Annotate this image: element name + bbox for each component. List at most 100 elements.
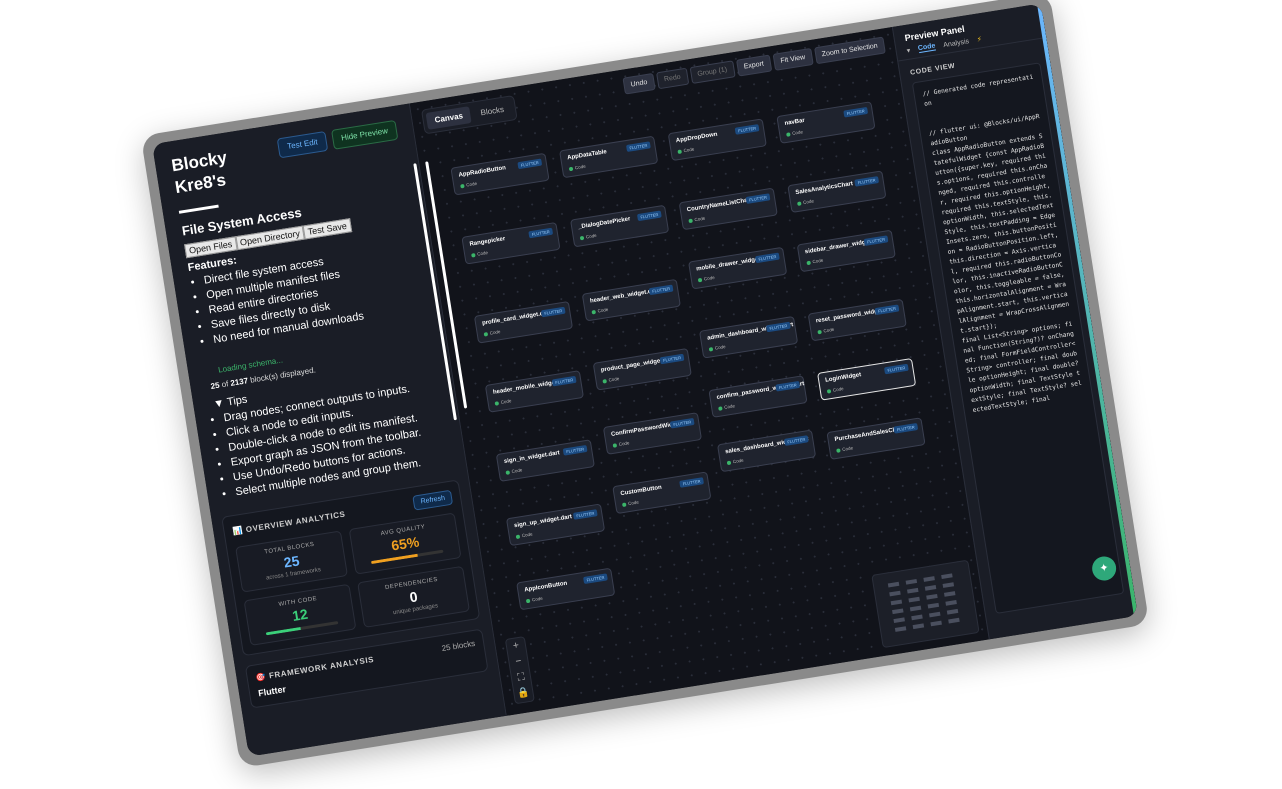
node-title: navBar xyxy=(784,117,806,127)
tab-analysis[interactable]: Analysis xyxy=(943,38,970,49)
canvas-node[interactable]: _DialogDatePicker FLUTTER Code xyxy=(570,204,670,248)
node-code-indicator[interactable]: Code xyxy=(568,164,586,172)
minimap-block xyxy=(930,620,942,627)
node-code-indicator[interactable]: Code xyxy=(797,198,814,206)
node-code-indicator[interactable]: Code xyxy=(836,445,853,453)
refresh-button[interactable]: Refresh xyxy=(412,489,454,511)
group-button[interactable]: Group (1) xyxy=(689,60,736,85)
node-framework-badge: FLUTTER xyxy=(854,176,880,187)
canvas-node[interactable]: sign_up_widget.dart FLUTTER Code xyxy=(505,503,606,547)
minimap-block xyxy=(942,582,955,588)
node-code-indicator[interactable]: Code xyxy=(806,258,824,266)
fit-view-button[interactable]: Fit View xyxy=(772,47,814,71)
stat-dependencies: DEPENDENCIES 0 unique packages xyxy=(357,565,471,628)
canvas-node[interactable]: confirm_password_widget.dart FLUTTER Code xyxy=(708,375,808,418)
canvas-node[interactable]: CustomButton FLUTTER Code xyxy=(612,471,712,515)
minimap-block xyxy=(892,608,904,615)
header-buttons: Test Edit Hide Preview xyxy=(276,119,399,159)
minimap-block xyxy=(905,578,918,585)
node-code-indicator[interactable]: Code xyxy=(621,500,639,508)
status-dot-icon xyxy=(836,448,841,453)
node-code-indicator[interactable]: Code xyxy=(505,467,523,475)
canvas-node[interactable]: navBar FLUTTER Code xyxy=(776,101,876,144)
canvas-node[interactable]: product_page_widget.dart FLUTTER Code xyxy=(592,347,692,391)
canvas-node[interactable]: sign_in_widget.dart FLUTTER Code xyxy=(495,439,595,482)
test-edit-button[interactable]: Test Edit xyxy=(276,130,329,159)
node-code-indicator[interactable]: Code xyxy=(525,596,543,604)
node-code-indicator[interactable]: Code xyxy=(612,440,630,448)
app-title: Blocky Kre8's xyxy=(170,147,229,198)
status-dot-icon xyxy=(568,166,574,172)
minimap[interactable] xyxy=(871,559,980,649)
node-code-indicator[interactable]: Code xyxy=(697,274,715,283)
node-code-indicator[interactable]: Code xyxy=(726,458,744,466)
status-dot-icon xyxy=(515,534,521,539)
canvas-node[interactable]: AppRadioButton FLUTTER Code xyxy=(450,152,550,196)
node-code-indicator[interactable]: Code xyxy=(591,307,609,315)
tab-code[interactable]: Code xyxy=(917,42,937,54)
canvas-node[interactable]: Rangepicker FLUTTER Code xyxy=(461,221,561,265)
node-code-indicator[interactable]: Code xyxy=(515,532,533,540)
canvas-node[interactable]: CountryNameListChart FLUTTER Code xyxy=(678,187,778,231)
canvas-node[interactable]: SalesAnalyticsChart FLUTTER Code xyxy=(787,170,887,213)
node-framework-badge: FLUTTER xyxy=(572,509,598,520)
node-code-indicator[interactable]: Code xyxy=(826,386,844,394)
canvas-node[interactable]: admin_dashboard_widget.dart FLUTTER Code xyxy=(698,315,799,359)
node-code-indicator[interactable]: Code xyxy=(483,329,501,337)
minimap-block xyxy=(889,590,901,597)
tab-blocks[interactable]: Blocks xyxy=(471,100,513,123)
node-code-label: Code xyxy=(703,274,715,282)
node-code-indicator[interactable]: Code xyxy=(708,344,726,352)
status-dot-icon xyxy=(612,443,618,448)
minimap-block xyxy=(941,573,953,580)
node-code-indicator[interactable]: Code xyxy=(786,129,803,137)
undo-button[interactable]: Undo xyxy=(622,72,656,95)
canvas-node[interactable]: PurchaseAndSalesChart FLUTTER Code xyxy=(826,417,926,460)
device-frame: Blocky Kre8's Test Edit Hide Preview Fil… xyxy=(140,0,1150,769)
node-code-indicator[interactable]: Code xyxy=(471,250,488,258)
canvas-node[interactable]: LoginWidget FLUTTER Code xyxy=(817,357,917,401)
node-title: AppDropDown xyxy=(675,131,718,145)
node-code-indicator[interactable]: Code xyxy=(460,181,477,189)
canvas-node[interactable]: AppDataTable FLUTTER Code xyxy=(559,135,659,179)
node-code-indicator[interactable]: Code xyxy=(688,216,706,224)
tab-canvas[interactable]: Canvas xyxy=(425,106,473,130)
export-button[interactable]: Export xyxy=(735,54,773,77)
status-dot-icon xyxy=(602,378,607,384)
status-dot-icon xyxy=(697,277,703,283)
canvas-node[interactable]: header_mobile_widget.dart FLUTTER Code xyxy=(484,370,585,413)
node-code-indicator[interactable]: Code xyxy=(817,327,835,335)
canvas-node[interactable]: header_web_widget.dart FLUTTER Code xyxy=(581,278,681,322)
node-framework-badge: FLUTTER xyxy=(765,321,791,333)
canvas-node[interactable]: profile_card_widget.dart FLUTTER Code xyxy=(473,300,574,344)
node-code-indicator[interactable]: Code xyxy=(718,403,735,411)
canvas-node[interactable]: AppIconButton FLUTTER Code xyxy=(516,567,616,611)
canvas-node[interactable]: sales_dashboard_widget.dart FLUTTER Code xyxy=(716,429,817,473)
lock-icon[interactable]: 🔒 xyxy=(513,685,533,704)
node-code-indicator[interactable]: Code xyxy=(602,376,620,384)
hide-preview-button[interactable]: Hide Preview xyxy=(330,119,399,150)
title-underline xyxy=(178,204,219,214)
node-framework-badge: FLUTTER xyxy=(734,124,760,135)
zoom-to-selection-button[interactable]: Zoom to Selection xyxy=(813,36,886,65)
canvas-node[interactable]: reset_password_widget.dart FLUTTER Code xyxy=(807,298,907,342)
canvas-node[interactable]: mobile_drawer_widget.dart FLUTTER Code xyxy=(688,246,788,290)
node-code-label: Code xyxy=(714,344,726,351)
canvas-node[interactable]: sidebar_drawer_widget.dart FLUTTER Code xyxy=(796,229,896,273)
node-title: CustomButton xyxy=(620,484,663,498)
node-framework-badge: FLUTTER xyxy=(540,306,566,318)
node-code-indicator[interactable]: Code xyxy=(579,233,597,241)
lightning-icon[interactable]: ⚡ xyxy=(976,35,983,44)
node-code-indicator[interactable]: Code xyxy=(677,146,695,154)
collapse-icon[interactable]: ▾ xyxy=(906,47,911,54)
canvas-area[interactable]: Canvas Blocks Undo Redo Group (1) Export… xyxy=(409,27,989,716)
minimap-block xyxy=(909,605,922,612)
status-dot-icon xyxy=(797,201,802,206)
canvas-node[interactable]: AppDropDown FLUTTER Code xyxy=(667,118,767,162)
canvas-node[interactable]: ConfirmPasswordWidget FLUTTER Code xyxy=(602,412,703,455)
redo-button[interactable]: Redo xyxy=(655,67,689,90)
node-code-indicator[interactable]: Code xyxy=(494,398,512,406)
minimap-block xyxy=(893,617,905,624)
minimap-block xyxy=(911,614,923,621)
code-bar-fill xyxy=(265,626,301,636)
